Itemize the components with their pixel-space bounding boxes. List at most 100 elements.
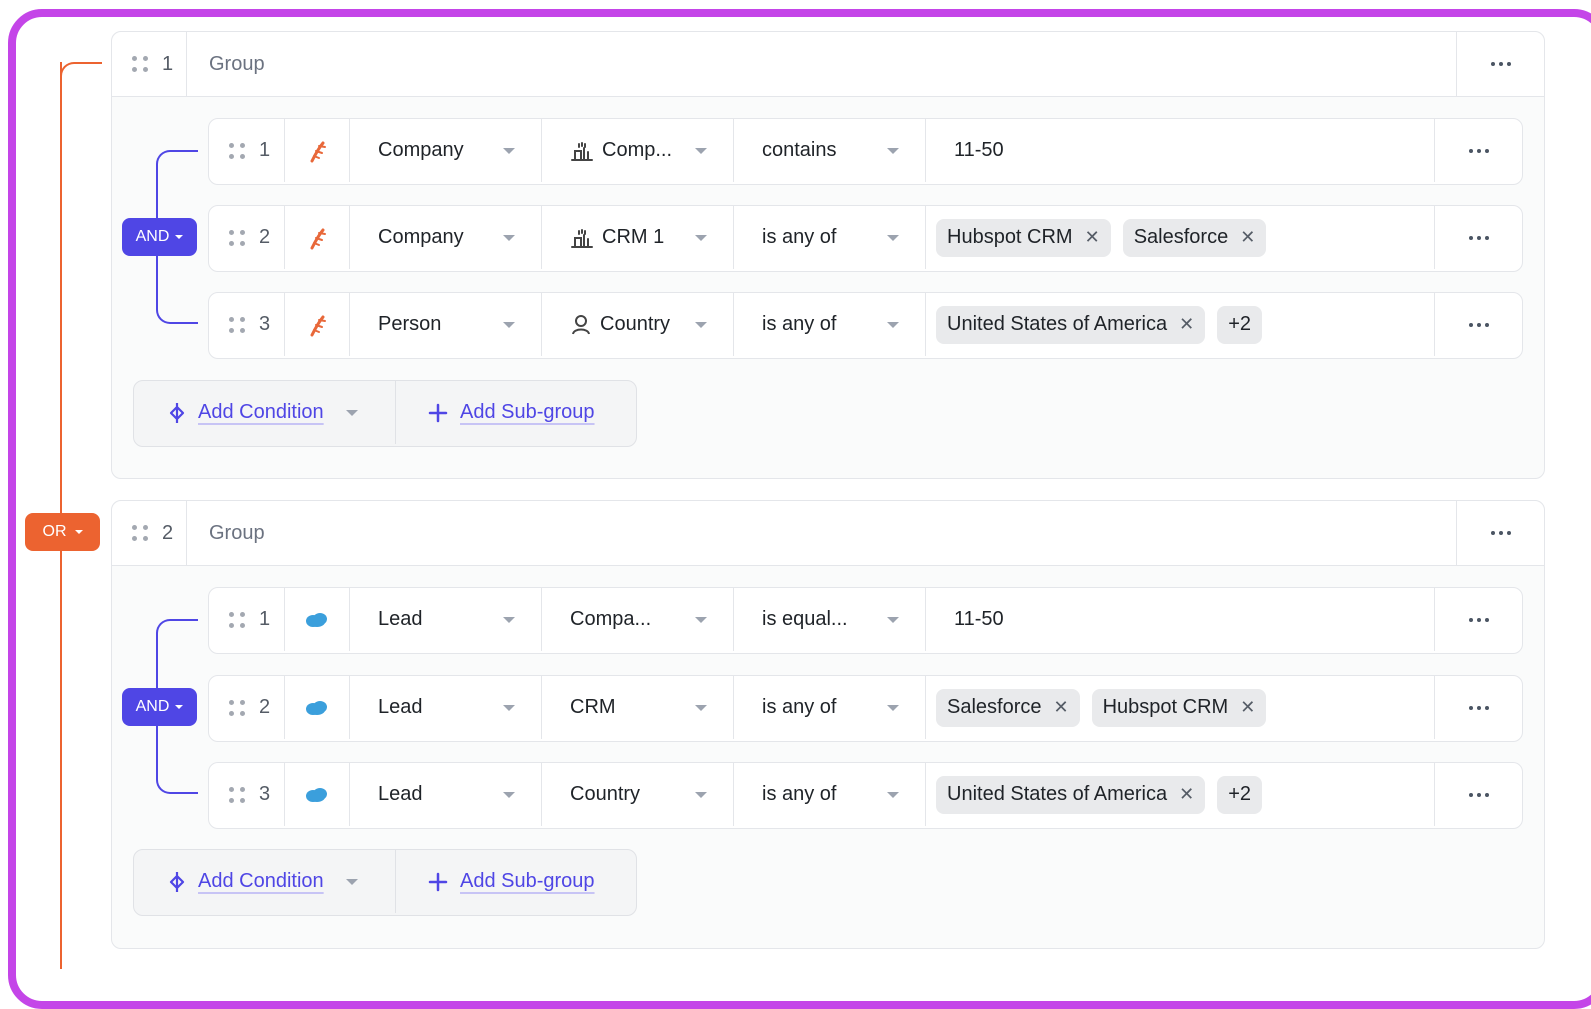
and-operator-toggle[interactable]: AND [122,218,197,256]
source-selector[interactable] [285,119,350,182]
condition-row: 2 Company CRM 1 is any of Hubspot CRM ✕ Sa… [208,205,1523,272]
more-options-icon [1468,322,1489,327]
object-label: Company [378,139,464,161]
more-options-icon [1490,62,1511,66]
company-icon [571,228,593,248]
group-more-button[interactable] [1456,501,1544,565]
group-drag-handle[interactable]: 2 [112,501,187,565]
remove-chip-icon[interactable]: ✕ [1179,314,1194,335]
source-selector[interactable] [285,293,350,356]
drag-handle-icon[interactable] [229,611,245,628]
field-label: CRM [570,696,616,718]
group-header: 2 Group [112,501,1544,566]
object-dropdown[interactable]: Lead [350,763,542,826]
drag-handle-icon[interactable] [229,316,245,333]
remove-chip-icon[interactable]: ✕ [1054,697,1069,718]
field-dropdown[interactable]: CRM 1 [542,206,734,269]
value-input[interactable]: 11-50 [936,139,1004,162]
condition-more-button[interactable] [1435,676,1522,739]
add-condition-label: Add Condition [198,401,324,423]
value-field[interactable]: United States of America ✕ +2 [926,293,1435,356]
object-label: Company [378,226,464,248]
add-subgroup-button[interactable]: Add Sub-group [396,850,636,913]
caret-down-icon[interactable] [345,409,358,416]
operator-dropdown[interactable]: is equal... [734,588,926,651]
hubspot-logo-icon [310,228,326,249]
condition-more-button[interactable] [1435,119,1522,182]
more-values-chip[interactable]: +2 [1217,775,1263,814]
drag-handle-icon[interactable] [229,229,245,246]
condition-more-button[interactable] [1435,293,1522,356]
value-field[interactable]: Salesforce ✕ Hubspot CRM ✕ [926,676,1435,739]
operator-dropdown[interactable]: is any of [734,676,926,739]
dropdown-arrow-icon [695,705,707,711]
value-input[interactable]: 11-50 [936,608,1004,631]
source-selector[interactable] [285,676,350,739]
field-dropdown[interactable]: Comp... [542,119,734,182]
field-label: CRM 1 [602,226,665,248]
object-dropdown[interactable]: Person [350,293,542,356]
remove-chip-icon[interactable]: ✕ [1179,784,1194,805]
more-options-icon [1468,235,1489,240]
dropdown-arrow-icon [503,705,515,711]
object-label: Person [378,313,442,335]
operator-dropdown[interactable]: is any of [734,206,926,269]
condition-drag-handle[interactable]: 3 [209,293,285,356]
source-selector[interactable] [285,763,350,826]
source-selector[interactable] [285,206,350,269]
more-values-chip[interactable]: +2 [1217,305,1263,344]
remove-chip-icon[interactable]: ✕ [1085,227,1100,248]
value-field[interactable]: 11-50 [926,119,1435,182]
object-dropdown[interactable]: Company [350,206,542,269]
operator-dropdown[interactable]: is any of [734,763,926,826]
caret-down-icon[interactable] [345,878,358,885]
group-more-button[interactable] [1456,32,1544,96]
dropdown-arrow-icon [887,148,899,154]
operator-label: is any of [762,313,837,335]
chip-label: United States of America [947,313,1168,335]
field-dropdown[interactable]: Compa... [542,588,734,651]
remove-chip-icon[interactable]: ✕ [1240,697,1255,718]
condition-drag-handle[interactable]: 2 [209,206,285,269]
drag-handle-icon[interactable] [132,525,148,541]
add-condition-button[interactable]: Add Condition [134,381,396,444]
source-selector[interactable] [285,588,350,651]
condition-more-button[interactable] [1435,763,1522,826]
add-condition-button[interactable]: Add Condition [134,850,396,913]
group-drag-handle[interactable]: 1 [112,32,187,96]
object-dropdown[interactable]: Lead [350,588,542,651]
field-dropdown[interactable]: CRM [542,676,734,739]
dropdown-arrow-icon [695,322,707,328]
drag-handle-icon[interactable] [229,786,245,803]
condition-drag-handle[interactable]: 1 [209,119,285,182]
plus-icon [428,403,448,422]
operator-dropdown[interactable]: is any of [734,293,926,356]
condition-drag-handle[interactable]: 1 [209,588,285,651]
drag-handle-icon[interactable] [229,142,245,159]
and-operator-toggle[interactable]: AND [122,688,197,726]
group-number: 2 [162,521,174,544]
field-dropdown[interactable]: Country [542,763,734,826]
value-field[interactable]: United States of America ✕ +2 [926,763,1435,826]
value-chip: Hubspot CRM ✕ [1091,688,1267,727]
drag-handle-icon[interactable] [229,699,245,716]
condition-drag-handle[interactable]: 2 [209,676,285,739]
operator-dropdown[interactable]: contains [734,119,926,182]
value-field[interactable]: Hubspot CRM ✕ Salesforce ✕ [926,206,1435,269]
condition-row: 2 Lead CRM is any of Salesforce ✕ Hubspot … [208,675,1523,742]
remove-chip-icon[interactable]: ✕ [1240,227,1255,248]
condition-drag-handle[interactable]: 3 [209,763,285,826]
object-dropdown[interactable]: Lead [350,676,542,739]
object-label: Lead [378,696,423,718]
or-operator-toggle[interactable]: OR [25,513,100,551]
condition-more-button[interactable] [1435,206,1522,269]
or-label: OR [42,523,67,540]
value-field[interactable]: 11-50 [926,588,1435,651]
add-subgroup-button[interactable]: Add Sub-group [396,381,636,444]
condition-more-button[interactable] [1435,588,1522,651]
or-connector-line [60,551,62,969]
object-dropdown[interactable]: Company [350,119,542,182]
field-dropdown[interactable]: Country [542,293,734,356]
condition-row: 3 Person Country is any of United States… [208,292,1523,359]
drag-handle-icon[interactable] [132,56,148,72]
